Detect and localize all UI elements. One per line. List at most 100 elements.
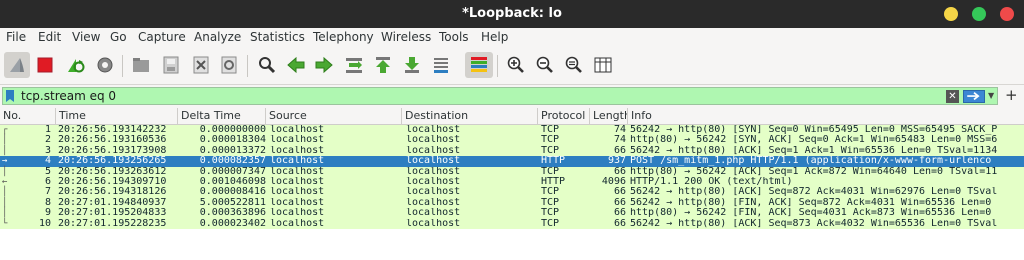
packet-row[interactable]: ← 6 20:26:56.194309710 0.001046098 localhost…	[0, 176, 1024, 188]
go-to-packet-icon[interactable]	[341, 52, 367, 78]
packet-delta-time: 5.000522811	[199, 197, 266, 208]
packet-delta-time: 0.000023402	[199, 218, 266, 229]
go-first-packet-icon[interactable]	[370, 52, 396, 78]
packet-row[interactable]: │ 7 20:26:56.194318126 0.000008416 localhost…	[0, 187, 1024, 198]
packet-row[interactable]: └ 10 20:27:01.195228235 0.000023402 localhos…	[0, 218, 1024, 229]
column-header-time[interactable]: Time	[56, 108, 178, 125]
packet-number: 4	[44, 156, 51, 167]
packet-destination: localhost	[406, 145, 461, 156]
menu-telephony[interactable]: Telephony	[313, 30, 374, 44]
shark-fin-start-icon[interactable]	[4, 52, 30, 78]
packet-source: localhost	[270, 135, 325, 146]
packet-source: localhost	[270, 218, 325, 229]
colorize-icon[interactable]	[465, 52, 493, 78]
packet-time: 20:26:56.193160536	[58, 135, 167, 146]
packet-source: localhost	[270, 125, 325, 135]
column-header-protocol[interactable]: Protocol	[538, 108, 590, 125]
packet-time: 20:26:56.193142232	[58, 125, 167, 135]
packet-number: 8	[44, 197, 51, 208]
packet-row[interactable]: │ 2 20:26:56.193160536 0.000018304 localhost…	[0, 135, 1024, 146]
main-toolbar	[0, 47, 1024, 85]
packet-source: localhost	[270, 197, 325, 208]
packet-protocol: TCP	[541, 218, 560, 229]
close-window-button[interactable]	[1000, 7, 1014, 21]
column-header-info[interactable]: Info	[628, 108, 1024, 125]
packet-protocol: TCP	[541, 197, 560, 208]
column-header-delta-time[interactable]: Delta Time	[178, 108, 266, 125]
column-header-no[interactable]: No.	[0, 108, 56, 125]
stop-square-icon[interactable]	[32, 52, 58, 78]
packet-length: 66	[613, 166, 626, 177]
packet-delta-time: 0.000008416	[199, 187, 266, 198]
display-filter-input[interactable]: tcp.stream eq 0 ✕ ▼	[2, 87, 998, 105]
normal-size-icon[interactable]	[561, 52, 587, 78]
packet-row[interactable]: ┌ 1 20:26:56.193142232 0.000000000 localhost…	[0, 125, 1024, 136]
packet-delta-time: 0.000007347	[199, 166, 266, 177]
menu-statistics[interactable]: Statistics	[250, 30, 305, 44]
zoom-in-icon[interactable]	[503, 52, 529, 78]
menu-edit[interactable]: Edit	[38, 30, 61, 44]
save-file-icon[interactable]	[158, 52, 184, 78]
zoom-out-icon[interactable]	[532, 52, 558, 78]
packet-destination: localhost	[406, 125, 461, 135]
menu-tools[interactable]: Tools	[439, 30, 469, 44]
packet-number: 5	[44, 166, 51, 177]
packet-destination: localhost	[406, 187, 461, 198]
go-last-packet-icon[interactable]	[399, 52, 425, 78]
packet-length: 66	[613, 218, 626, 229]
packet-info: 56242 → http(80) [FIN, ACK] Seq=872 Ack=…	[630, 197, 992, 208]
reload-file-icon[interactable]	[216, 52, 242, 78]
column-header-destination[interactable]: Destination	[402, 108, 538, 125]
menu-file[interactable]: File	[6, 30, 26, 44]
packet-protocol: TCP	[541, 145, 560, 156]
packet-row[interactable]: → 4 20:26:56.193256265 0.000082357 localhost…	[0, 156, 1024, 167]
open-file-icon[interactable]	[128, 52, 154, 78]
column-header-source[interactable]: Source	[266, 108, 402, 125]
menu-wireless[interactable]: Wireless	[381, 30, 431, 44]
packet-row[interactable]: │ 5 20:26:56.193263612 0.000007347 localhost…	[0, 166, 1024, 177]
packet-info: http(80) → 56242 [SYN, ACK] Seq=0 Ack=1 …	[630, 135, 998, 146]
find-packet-magnifier-icon[interactable]	[254, 52, 280, 78]
packet-delta-time: 0.000363896	[199, 208, 266, 219]
packet-delta-time: 0.000013372	[199, 145, 266, 156]
packet-delta-time: 0.000000000	[199, 125, 266, 135]
packet-length: 66	[613, 208, 626, 219]
packet-source: localhost	[270, 176, 325, 187]
packet-row[interactable]: │ 9 20:27:01.195204833 0.000363896 localhost…	[0, 208, 1024, 219]
close-file-icon[interactable]	[188, 52, 214, 78]
display-filter-text[interactable]: tcp.stream eq 0	[21, 89, 116, 103]
maximize-button[interactable]	[972, 7, 986, 21]
auto-scroll-icon[interactable]	[428, 52, 454, 78]
packet-destination: localhost	[406, 176, 461, 187]
packet-row[interactable]: │ 8 20:27:01.194840937 5.000522811 localhost…	[0, 197, 1024, 209]
go-back-arrow-icon[interactable]	[283, 52, 309, 78]
capture-options-gear-icon[interactable]	[92, 52, 118, 78]
menu-go[interactable]: Go	[110, 30, 127, 44]
clear-filter-icon[interactable]: ✕	[946, 90, 959, 103]
resize-columns-icon[interactable]	[590, 52, 616, 78]
menu-help[interactable]: Help	[481, 30, 508, 44]
packet-number: 2	[44, 135, 51, 146]
menu-view[interactable]: View	[72, 30, 100, 44]
packet-protocol: HTTP	[541, 156, 566, 167]
packet-length: 66	[613, 187, 626, 198]
packet-delta-time: 0.000082357	[199, 156, 266, 167]
packet-time: 20:26:56.193173908	[58, 145, 167, 156]
apply-filter-icon[interactable]	[963, 90, 985, 103]
window-title: *Loopback: lo	[462, 6, 562, 21]
packet-source: localhost	[270, 156, 325, 167]
minimize-button[interactable]	[944, 7, 958, 21]
packet-row[interactable]: │ 3 20:26:56.193173908 0.000013372 localhost…	[0, 145, 1024, 157]
restart-capture-icon[interactable]	[62, 52, 88, 78]
column-header-length[interactable]: Length	[590, 108, 628, 125]
filter-history-dropdown-icon[interactable]: ▼	[988, 91, 998, 101]
menu-analyze[interactable]: Analyze	[194, 30, 241, 44]
menu-capture[interactable]: Capture	[138, 30, 186, 44]
packet-length: 4096	[601, 176, 626, 187]
packet-destination: localhost	[406, 156, 461, 167]
bookmark-icon[interactable]	[5, 90, 15, 102]
go-forward-arrow-icon[interactable]	[311, 52, 337, 78]
packet-number: 6	[44, 176, 51, 187]
add-filter-button-icon[interactable]: +	[1005, 86, 1018, 104]
packet-destination: localhost	[406, 208, 461, 219]
